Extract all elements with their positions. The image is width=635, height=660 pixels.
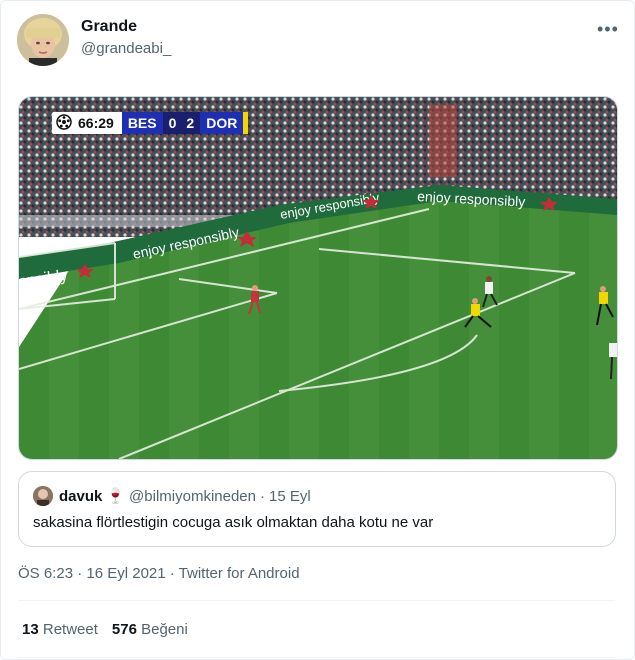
- quoted-date[interactable]: 15 Eyl: [269, 488, 311, 505]
- away-team: DOR: [200, 112, 244, 134]
- author-name[interactable]: Grande: [81, 18, 137, 36]
- away-team-name: DOR: [206, 115, 238, 131]
- quoted-author-avatar[interactable]: [33, 486, 53, 506]
- wine-emoji-icon: 🍷: [106, 488, 126, 505]
- away-score: 2: [186, 115, 195, 131]
- author-avatar[interactable]: [17, 14, 69, 66]
- match-clock: 66:29: [52, 112, 122, 134]
- tweet-timestamp[interactable]: ÖS 6:23 · 16 Eyl 2021 · Twitter for Andr…: [18, 565, 300, 582]
- divider: [18, 657, 615, 658]
- like-stat[interactable]: 576 Beğeni: [112, 621, 188, 638]
- home-team-name: BES: [127, 115, 157, 131]
- video-thumbnail[interactable]: enjoy responsibly enjoy responsibly enjo…: [18, 96, 618, 460]
- tweet-stats: 13 Retweet 576 Beğeni: [22, 621, 188, 638]
- home-team: BES: [121, 112, 163, 134]
- home-score: 0: [168, 115, 177, 131]
- quoted-header: davuk 🍷 @bilmiyomkineden · 15 Eyl: [59, 487, 311, 506]
- quoted-author-handle[interactable]: @bilmiyomkineden: [129, 488, 256, 505]
- author-handle[interactable]: @grandeabi_: [81, 40, 171, 57]
- away-team-color: [243, 112, 249, 134]
- match-scoreboard: 66:29 BES 0 2 DOR: [52, 112, 249, 134]
- retweet-count: 13: [22, 621, 39, 638]
- match-clock-value: 66:29: [78, 115, 114, 131]
- more-dots-icon[interactable]: •••: [597, 19, 619, 40]
- divider: [18, 600, 615, 601]
- score: 0 2: [162, 112, 201, 134]
- champions-league-icon: [56, 113, 72, 133]
- quoted-tweet[interactable]: davuk 🍷 @bilmiyomkineden · 15 Eyl sakasi…: [18, 471, 616, 547]
- quoted-text: sakasina flörtlestigin cocuga asık olmak…: [33, 514, 434, 531]
- like-label: Beğeni: [141, 621, 188, 638]
- quoted-author-name[interactable]: davuk: [59, 488, 102, 505]
- like-count: 576: [111, 621, 137, 638]
- retweet-stat[interactable]: 13 Retweet: [22, 621, 98, 638]
- dot-separator: ·: [260, 487, 265, 505]
- retweet-label: Retweet: [42, 621, 98, 638]
